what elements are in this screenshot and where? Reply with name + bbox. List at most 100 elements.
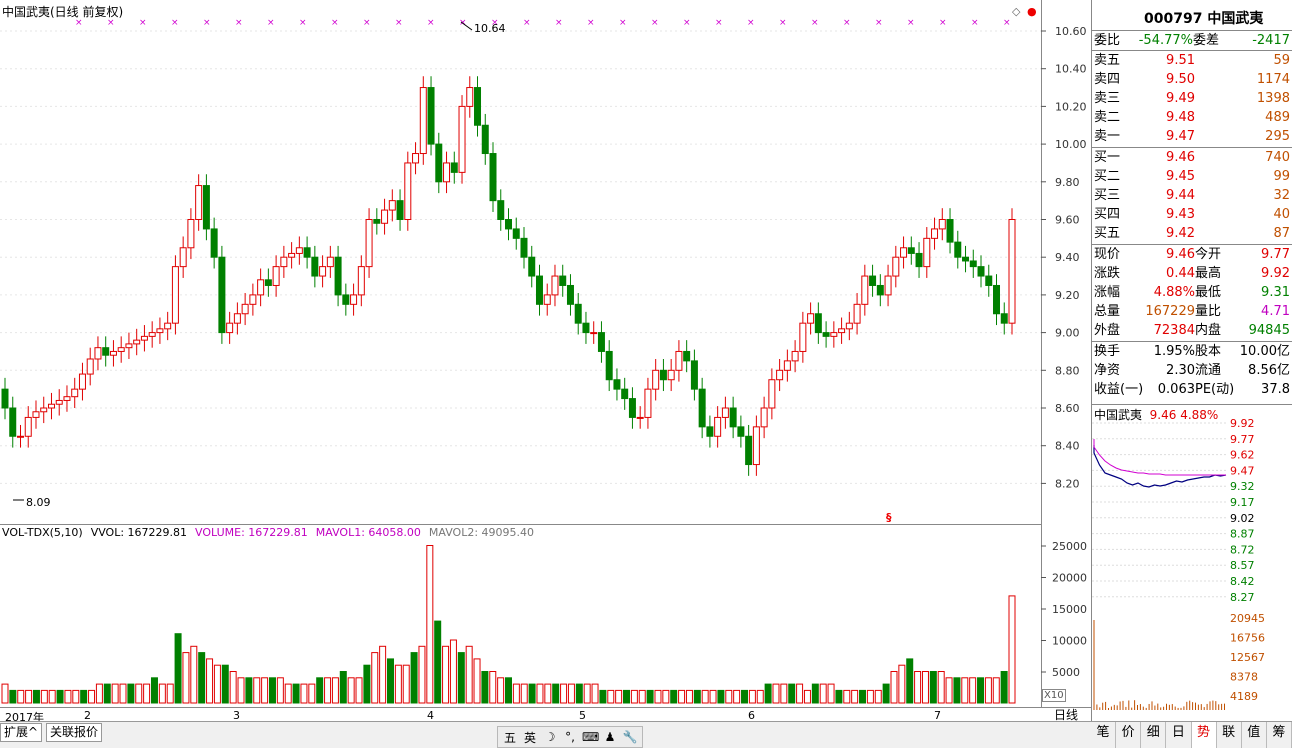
stats-row[interactable]: 涨幅 4.88% 最低 9.31 — [1092, 283, 1292, 302]
vol-indicator[interactable]: VOL-TDX(5,10) — [2, 526, 83, 539]
volume-bar — [781, 684, 787, 703]
candle-body — [242, 304, 248, 313]
candle-body — [343, 295, 349, 304]
volume-bar — [33, 690, 39, 703]
signal-marker: × — [939, 18, 947, 28]
buys-row[interactable]: 买四 9.43 40 — [1092, 205, 1292, 224]
right-tab-5[interactable]: 联 — [1217, 722, 1242, 748]
sells-row[interactable]: 卖三 9.49 1398 — [1092, 89, 1292, 108]
buys-row[interactable]: 买二 9.45 99 — [1092, 167, 1292, 186]
period-label[interactable]: 日线 — [1041, 707, 1091, 722]
ime-keyboard-icon[interactable]: ⌨ — [582, 730, 598, 744]
buys-row[interactable]: 买三 9.44 32 — [1092, 186, 1292, 205]
candle-body — [250, 295, 256, 304]
related-quotes-tab[interactable]: 关联报价 — [46, 723, 102, 742]
intraday-price-tick: 9.32 — [1230, 480, 1255, 493]
stock-header: 000797 中国武夷 — [1144, 8, 1263, 28]
stat-value-2: 9.31 — [1261, 283, 1290, 302]
right-tabs: 笔价细日势联值筹 — [1091, 721, 1292, 748]
weicha-label: 委差 — [1193, 31, 1219, 50]
candle-body — [382, 210, 388, 223]
candle-body — [591, 333, 597, 334]
volume-bar — [875, 690, 881, 703]
right-tab-2[interactable]: 细 — [1141, 722, 1166, 748]
candle-body — [660, 370, 666, 379]
stats-row[interactable]: 外盘 72384 内盘 94845 — [1092, 321, 1292, 340]
intraday-price-tick: 9.62 — [1230, 449, 1255, 462]
volume-bar — [993, 678, 999, 703]
candle-body — [41, 408, 47, 412]
candle-body — [870, 276, 876, 285]
volume-chart[interactable] — [0, 524, 1042, 708]
candle-body — [444, 163, 450, 182]
volume-bar — [915, 672, 921, 704]
kline-chart[interactable]: ×××××××××××××××××××××××××××××× — [0, 0, 1042, 524]
expand-tab[interactable]: 扩展^ — [0, 723, 42, 742]
volume-bar — [293, 684, 299, 703]
weibi-value: -54.77% — [1139, 31, 1193, 50]
ime-moon-icon[interactable]: ☽ — [542, 730, 558, 744]
candle-body — [955, 242, 961, 257]
volume-bar — [639, 690, 645, 703]
volume-bar — [474, 659, 480, 703]
ime-toolbar[interactable]: 五 英 ☽ °, ⌨ ♟ 🔧 — [497, 726, 643, 748]
volume-bar — [49, 690, 55, 703]
signal-marker: × — [619, 18, 627, 28]
ime-wrench-icon[interactable]: 🔧 — [622, 730, 638, 744]
volume-bar — [317, 678, 323, 703]
candle-body — [312, 257, 318, 276]
sells-row[interactable]: 卖五 9.51 59 — [1092, 51, 1292, 70]
candle-body — [2, 389, 8, 408]
stats-row[interactable]: 总量 167229 量比 4.71 — [1092, 302, 1292, 321]
volume-bar — [694, 690, 700, 703]
fund-row[interactable]: 换手 1.95% 股本 10.00亿 — [1092, 342, 1292, 361]
candle-body — [358, 267, 364, 295]
right-tab-1[interactable]: 价 — [1116, 722, 1141, 748]
right-tab-4[interactable]: 势 — [1192, 722, 1217, 748]
stat-label-2: 量比 — [1195, 302, 1221, 321]
candle-body — [451, 163, 457, 172]
fund-row[interactable]: 净资 2.30 流通 8.56亿 — [1092, 361, 1292, 380]
fund-row[interactable]: 收益(一) 0.063 PE(动) 37.8 — [1092, 380, 1292, 399]
volume-bar — [812, 684, 818, 703]
stats-row[interactable]: 涨跌 0.44 最高 9.92 — [1092, 264, 1292, 283]
stat-value: 2.30 — [1166, 361, 1195, 380]
event-marker[interactable]: § — [886, 511, 892, 524]
diamond-icon[interactable]: ◇ — [1012, 5, 1020, 18]
buys-row[interactable]: 买一 9.46 740 — [1092, 148, 1292, 167]
candle-body — [684, 351, 690, 360]
right-tab-3[interactable]: 日 — [1166, 722, 1191, 748]
sells-row[interactable]: 卖四 9.50 1174 — [1092, 70, 1292, 89]
volume-bar — [411, 653, 417, 703]
sells-row[interactable]: 卖一 9.47 295 — [1092, 127, 1292, 146]
intraday-chart[interactable]: 中国武夷 9.46 4.88% 9.92 9.77 9.62 9.47 9.32 9.17… — [1091, 404, 1292, 722]
sells-row[interactable]: 卖二 9.48 489 — [1092, 108, 1292, 127]
volume-bar — [340, 672, 346, 704]
price-tick: 9.40 — [1055, 251, 1080, 264]
candle-body — [234, 314, 240, 323]
buys-row[interactable]: 买五 9.42 87 — [1092, 224, 1292, 243]
price-tick: 10.20 — [1055, 100, 1087, 113]
ime-mode-icon[interactable]: 五 — [502, 729, 518, 746]
signal-marker: × — [203, 18, 211, 28]
stat-label: 外盘 — [1094, 321, 1120, 340]
ime-user-icon[interactable]: ♟ — [602, 730, 618, 744]
stat-value: 72384 — [1154, 321, 1195, 340]
signal-marker: × — [395, 18, 403, 28]
volume-axis: 25000 20000 15000 10000 5000 — [1041, 524, 1091, 707]
volume-bar — [254, 678, 260, 703]
candle-body — [939, 220, 945, 229]
right-tab-6[interactable]: 值 — [1242, 722, 1267, 748]
right-tab-0[interactable]: 笔 — [1091, 722, 1116, 748]
candle-body — [722, 408, 728, 417]
ime-lang-icon[interactable]: 英 — [522, 729, 538, 746]
volume-bar — [553, 684, 559, 703]
volume-bar — [568, 684, 574, 703]
right-tab-7[interactable]: 筹 — [1267, 722, 1292, 748]
stat-label: 涨幅 — [1094, 283, 1120, 302]
volume-bar — [332, 678, 338, 703]
stat-value-2: 94845 — [1249, 321, 1290, 340]
stats-row[interactable]: 现价 9.46 今开 9.77 — [1092, 245, 1292, 264]
ime-punct-icon[interactable]: °, — [562, 730, 578, 744]
candle-body — [320, 267, 326, 276]
